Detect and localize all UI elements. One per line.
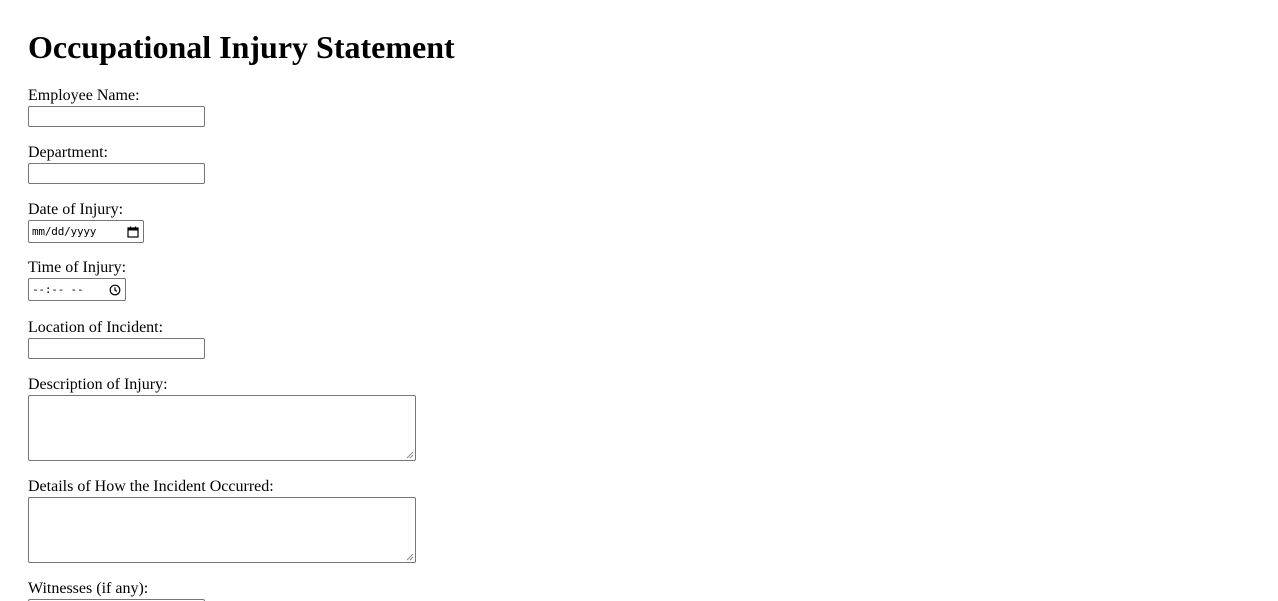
date-of-injury-label: Date of Injury:	[28, 201, 124, 218]
page-title: Occupational Injury Statement	[28, 29, 455, 65]
department-label: Department:	[28, 144, 108, 161]
description-field: Description of Injury:	[28, 376, 416, 461]
resize-grip-icon[interactable]	[406, 451, 414, 459]
details-textarea[interactable]	[28, 497, 416, 563]
witnesses-field: Witnesses (if any):	[28, 580, 205, 601]
details-field: Details of How the Incident Occurred:	[28, 478, 416, 563]
time-of-injury-input[interactable]: --:-- --	[28, 278, 126, 301]
time-of-injury-field: Time of Injury: --:-- --	[28, 259, 126, 301]
employee-name-label: Employee Name:	[28, 87, 140, 104]
department-field: Department:	[28, 144, 205, 184]
date-placeholder: mm/dd/yyyy	[32, 225, 97, 238]
description-label: Description of Injury:	[28, 376, 168, 393]
date-of-injury-input[interactable]: mm/dd/yyyy	[28, 220, 144, 243]
date-of-injury-field: Date of Injury: mm/dd/yyyy	[28, 201, 144, 243]
resize-grip-icon[interactable]	[406, 553, 414, 561]
time-of-injury-label: Time of Injury:	[28, 259, 127, 276]
department-input[interactable]	[28, 163, 205, 184]
clock-icon[interactable]	[109, 284, 121, 296]
location-field: Location of Incident:	[28, 319, 205, 359]
time-placeholder: --:-- --	[32, 283, 84, 296]
witnesses-label: Witnesses (if any):	[28, 580, 149, 597]
employee-name-input[interactable]	[28, 106, 205, 127]
location-label: Location of Incident:	[28, 319, 164, 336]
location-input[interactable]	[28, 338, 205, 359]
employee-name-field: Employee Name:	[28, 87, 205, 127]
details-label: Details of How the Incident Occurred:	[28, 478, 274, 495]
calendar-icon[interactable]	[127, 226, 139, 238]
description-textarea[interactable]	[28, 395, 416, 461]
